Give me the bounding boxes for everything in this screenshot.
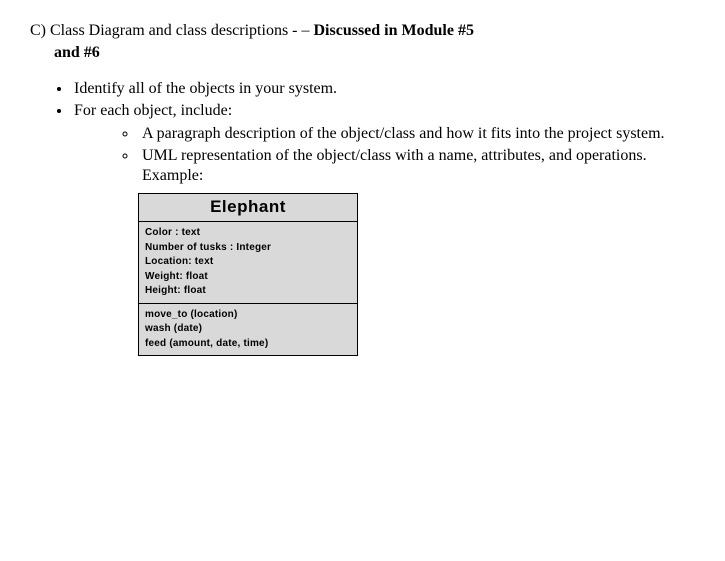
section-bold-cont: and #6 — [54, 42, 695, 64]
bullet-item: For each object, include: A paragraph de… — [72, 101, 695, 187]
uml-operation: move_to (location) — [145, 308, 351, 323]
uml-class-box: Elephant Color : text Number of tusks : … — [138, 193, 358, 356]
uml-attributes: Color : text Number of tusks : Integer L… — [139, 222, 357, 304]
bullet-list: Identify all of the objects in your syst… — [30, 79, 695, 187]
uml-operations: move_to (location) wash (date) feed (amo… — [139, 304, 357, 356]
uml-attribute: Weight: float — [145, 270, 351, 285]
uml-attribute: Location: text — [145, 255, 351, 270]
section-heading: C) Class Diagram and class descriptions … — [30, 20, 695, 63]
uml-attribute: Height: float — [145, 284, 351, 299]
bullet-text: For each object, include: — [74, 102, 232, 119]
uml-operation: feed (amount, date, time) — [145, 337, 351, 352]
bullet-item: Identify all of the objects in your syst… — [72, 79, 695, 100]
sub-bullet-item: UML representation of the object/class w… — [138, 146, 695, 188]
section-bold: Discussed in Module #5 — [314, 22, 474, 39]
sub-bullet-list: A paragraph description of the object/cl… — [74, 124, 695, 187]
section-label: C) — [30, 22, 46, 39]
uml-attribute: Number of tusks : Integer — [145, 241, 351, 256]
uml-class-name: Elephant — [139, 194, 357, 222]
uml-operation: wash (date) — [145, 322, 351, 337]
sub-bullet-item: A paragraph description of the object/cl… — [138, 124, 695, 145]
uml-attribute: Color : text — [145, 226, 351, 241]
section-title: Class Diagram and class descriptions - – — [50, 22, 314, 39]
